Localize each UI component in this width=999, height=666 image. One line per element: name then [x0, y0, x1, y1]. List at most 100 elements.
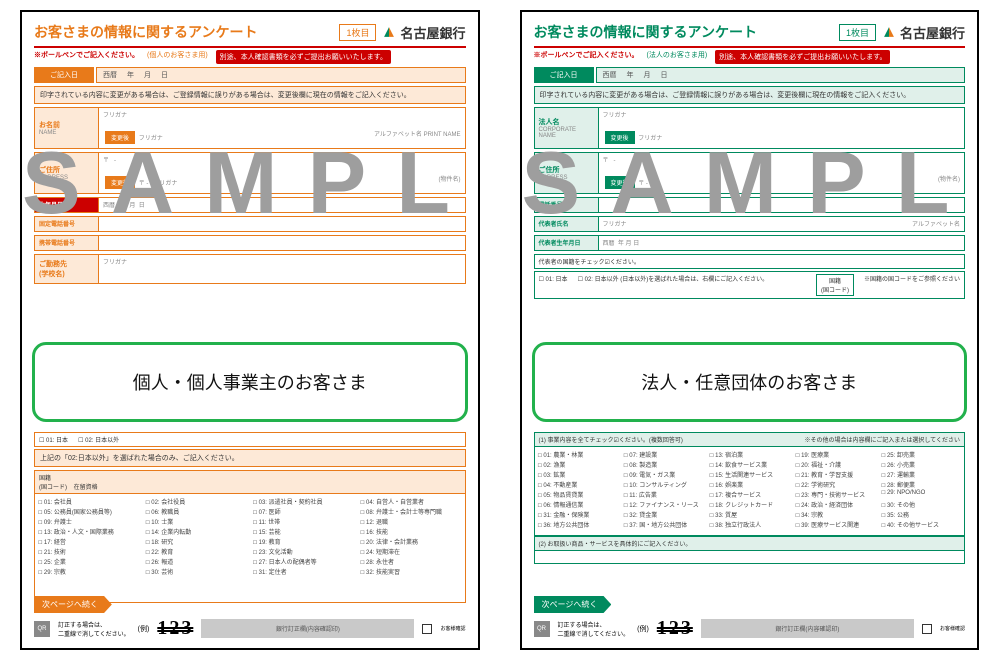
- occupation-option[interactable]: 04: 自営人・自営業者: [360, 497, 461, 506]
- occupation-option[interactable]: 28: 永住者: [360, 557, 461, 566]
- business-option[interactable]: 23: 専門・技術サービス: [795, 490, 875, 499]
- occupation-option[interactable]: 29: 宗教: [38, 567, 139, 576]
- business-option[interactable]: 20: 福祉・介護: [795, 460, 875, 469]
- occupation-option[interactable]: 01: 会社員: [38, 497, 139, 506]
- occupation-option[interactable]: 18: 研究: [145, 537, 246, 546]
- business-option[interactable]: 38: 独立行政法人: [709, 520, 789, 529]
- business-option[interactable]: 21: 教育・学習支援: [795, 470, 875, 479]
- occupation-option[interactable]: 24: 短期滞在: [360, 547, 461, 556]
- pen-note: ※ボールペンでご記入ください。: [534, 50, 639, 64]
- nation-code-box[interactable]: 国籍 (国コード): [816, 274, 854, 296]
- business-option[interactable]: 12: ファイナンス・リース: [623, 500, 703, 509]
- seal-box-icon: [422, 624, 432, 634]
- occupation-option[interactable]: 21: 技術: [38, 547, 139, 556]
- business-option[interactable]: 36: 地方公共団体: [538, 520, 618, 529]
- business-option[interactable]: 04: 不動産業: [538, 480, 618, 489]
- occupation-option[interactable]: 10: 士業: [145, 517, 246, 526]
- business-option[interactable]: 19: 医療業: [795, 450, 875, 459]
- business-option[interactable]: 31: 金融・保険業: [538, 510, 618, 519]
- qr-icon: QR: [34, 621, 50, 637]
- business-option[interactable]: 27: 運輸業: [881, 470, 961, 479]
- business-option[interactable]: 29: NPO/NGO: [881, 490, 961, 499]
- biz-free-box[interactable]: [534, 550, 966, 564]
- occupation-option[interactable]: 02: 会社役員: [145, 497, 246, 506]
- instruction-bar: 印字されている内容に変更がある場合は、ご登録情報に誤りがある場合は、変更後欄に現…: [534, 86, 966, 104]
- business-option[interactable]: 34: 宗教: [795, 510, 875, 519]
- business-option[interactable]: 01: 農業・林業: [538, 450, 618, 459]
- residency-label: 在留資格: [74, 485, 98, 491]
- occupation-option[interactable]: 03: 派遣社員・契約社員: [253, 497, 354, 506]
- fixed-tel-block: 固定電話番号: [34, 216, 466, 232]
- business-option[interactable]: 05: 物品賃貸業: [538, 490, 618, 499]
- occupation-side: 国籍 (国コード) 在留資格: [34, 470, 466, 493]
- input-date-bar: ご記入日 西暦 年 月 日: [34, 67, 466, 83]
- correction-note: 訂正する場合は、 二重線で消してください。: [558, 620, 630, 638]
- note-row: ※ボールペンでご記入ください。 (法人のお客さま用) 別途、本人確認書類を必ずご…: [534, 50, 966, 64]
- business-option[interactable]: 11: 広告業: [623, 490, 703, 499]
- occupation-option[interactable]: 19: 教育: [253, 537, 354, 546]
- occupation-option[interactable]: 15: 芸能: [253, 527, 354, 536]
- occupation-option[interactable]: 16: 技能: [360, 527, 461, 536]
- title-row: お客さまの情報に関するアンケート 1枚目 名古屋銀行: [34, 22, 466, 42]
- occupation-option[interactable]: 23: 文化活動: [253, 547, 354, 556]
- occupation-option[interactable]: 17: 経営: [38, 537, 139, 546]
- business-option[interactable]: 14: 飲食サービス業: [709, 460, 789, 469]
- biz-header: (1) 事業内容を全てチェック☑ください。(複数回答可) ※その他の場合は内容欄…: [534, 432, 966, 446]
- business-option[interactable]: 35: 公務: [881, 510, 961, 519]
- instruction-bar: 印字されている内容に変更がある場合は、ご登録情報に誤りがある場合は、変更後欄に現…: [34, 86, 466, 104]
- business-option[interactable]: 25: 卸売業: [881, 450, 961, 459]
- business-option[interactable]: 03: 鉱業: [538, 470, 618, 479]
- business-option[interactable]: 15: 生活関連サービス: [709, 470, 789, 479]
- business-option[interactable]: 28: 郵便業: [881, 480, 961, 489]
- occupation-option[interactable]: 06: 教職員: [145, 507, 246, 516]
- nationality-options: 01: 日本 02: 日本以外: [34, 432, 466, 447]
- extra-instr: 上記の「02:日本以外」を選ばれた場合のみ、ご記入ください。: [34, 449, 466, 467]
- business-option[interactable]: 06: 情報通信業: [538, 500, 618, 509]
- business-option[interactable]: 16: 娯楽業: [709, 480, 789, 489]
- occupation-option[interactable]: 09: 弁護士: [38, 517, 139, 526]
- occupation-option[interactable]: 08: 弁護士・会計士等専門職: [360, 507, 461, 516]
- occupation-option[interactable]: 31: 定住者: [253, 567, 354, 576]
- business-option[interactable]: 32: 貸金業: [623, 510, 703, 519]
- business-option[interactable]: 40: その他サービス: [881, 520, 961, 529]
- occupation-option[interactable]: 30: 芸術: [145, 567, 246, 576]
- occupation-option[interactable]: 20: 法律・会計業務: [360, 537, 461, 546]
- occupation-option[interactable]: 14: 企業内転勤: [145, 527, 246, 536]
- business-option[interactable]: 07: 建設業: [623, 450, 703, 459]
- business-option[interactable]: 22: 学術研究: [795, 480, 875, 489]
- occupation-option[interactable]: 25: 企業: [38, 557, 139, 566]
- business-grid: 01: 農業・林業 07: 建設業 13: 宿泊業 19: 医療業 25: 卸売業 02:…: [534, 446, 966, 536]
- callout-personal[interactable]: 個人・個人事業主のお客さま: [32, 342, 468, 422]
- business-option[interactable]: 09: 電気・ガス業: [623, 470, 703, 479]
- biz-free-header: (2) お取扱い商品・サービスを具体的にご記入ください。: [534, 536, 966, 550]
- form-personal: お客さまの情報に関するアンケート 1枚目 名古屋銀行 ※ボールペンでご記入くださ…: [20, 10, 480, 650]
- occupation-option[interactable]: 12: 退職: [360, 517, 461, 526]
- business-option[interactable]: 37: 国・地方公共団体: [623, 520, 703, 529]
- business-option[interactable]: 39: 医療サービス関連: [795, 520, 875, 529]
- business-option[interactable]: 17: 複合サービス: [709, 490, 789, 499]
- note-row: ※ボールペンでご記入ください。 (個人のお客さま用) 別途、本人確認書類を必ずご…: [34, 50, 466, 64]
- business-option[interactable]: 08: 製造業: [623, 460, 703, 469]
- occupation-option[interactable]: 26: 報道: [145, 557, 246, 566]
- business-option[interactable]: 02: 漁業: [538, 460, 618, 469]
- callout-corporate[interactable]: 法人・任意団体のお客さま: [532, 342, 968, 422]
- business-option[interactable]: 26: 小売業: [881, 460, 961, 469]
- change-chip: 変更後: [105, 131, 135, 144]
- business-option[interactable]: 10: コンサルティング: [623, 480, 703, 489]
- occupation-option[interactable]: 07: 医師: [253, 507, 354, 516]
- next-page-arrow: 次ページへ続く: [534, 596, 612, 613]
- occupation-option[interactable]: 27: 日本人の配偶者等: [253, 557, 354, 566]
- occupation-option[interactable]: 05: 公務員(国家公務員等): [38, 507, 139, 516]
- occupation-option[interactable]: 22: 教育: [145, 547, 246, 556]
- identity-note: 別途、本人確認書類を必ずご提出お願いいたします。: [216, 50, 391, 64]
- occupation-option[interactable]: 11: 世帯: [253, 517, 354, 526]
- dob-block: 生年月日 西暦 年 月 日: [34, 197, 466, 213]
- rep-nat-options: 01: 日本 02: 日本以外 (日本以外)を選ばれた場合は、右欄にご記入くださ…: [534, 271, 966, 299]
- business-option[interactable]: 33: 質屋: [709, 510, 789, 519]
- occupation-option[interactable]: 13: 政治・人文・国際業務: [38, 527, 139, 536]
- business-option[interactable]: 30: その他: [881, 500, 961, 509]
- occupation-option[interactable]: 32: 技能実習: [360, 567, 461, 576]
- business-option[interactable]: 18: クレジットカード: [709, 500, 789, 509]
- business-option[interactable]: 24: 政治・経済団体: [795, 500, 875, 509]
- business-option[interactable]: 13: 宿泊業: [709, 450, 789, 459]
